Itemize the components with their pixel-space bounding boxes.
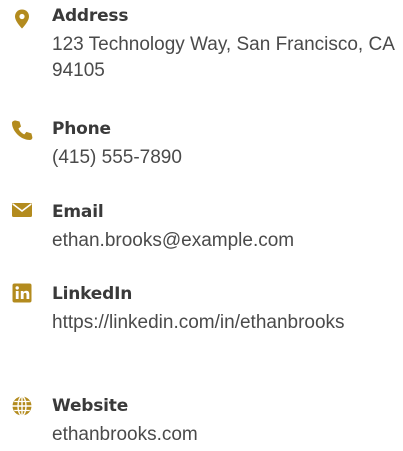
globe-icon [11, 395, 33, 417]
contact-label-phone: Phone [52, 119, 111, 139]
contact-label-address: Address [52, 6, 129, 26]
contact-label-email: Email [52, 202, 104, 222]
contact-value-phone[interactable]: (415) 555-7890 [52, 145, 397, 171]
phone-icon [11, 119, 33, 141]
contact-label-linkedin: LinkedIn [52, 284, 133, 304]
envelope-icon [11, 199, 33, 221]
contact-value-email[interactable]: ethan.brooks@example.com [52, 228, 397, 254]
contact-value-website[interactable]: ethanbrooks.com [52, 422, 397, 448]
contact-label-website: Website [52, 396, 129, 416]
map-marker-icon [11, 8, 33, 30]
contact-value-linkedin[interactable]: https://linkedin.com/in/ethanbrooks [52, 310, 397, 336]
contact-value-address: 123 Technology Way, San Francisco, CA 94… [52, 34, 394, 81]
linkedin-icon [11, 282, 33, 304]
